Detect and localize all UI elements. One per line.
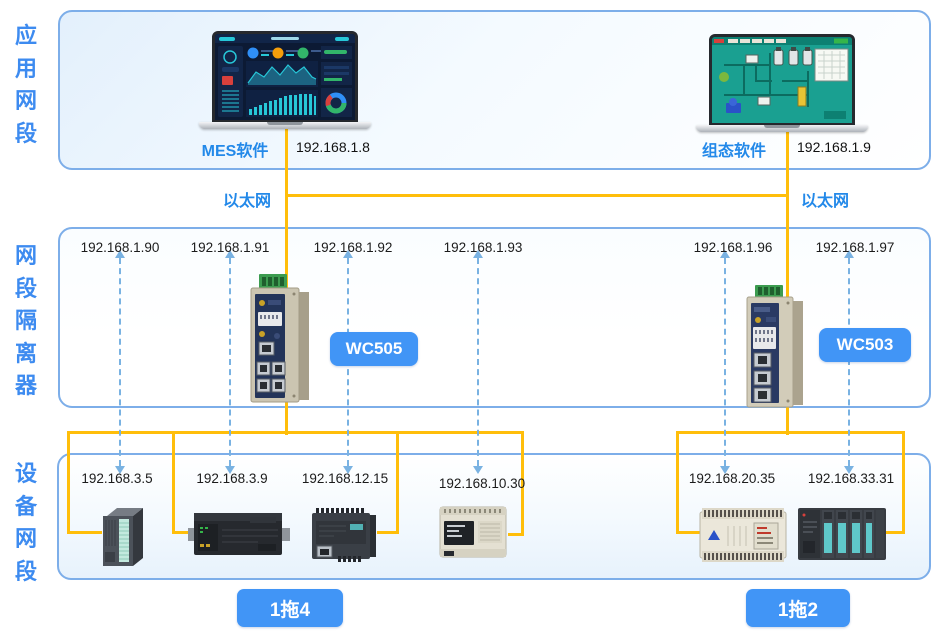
- mapping-arrow-2: [229, 258, 231, 466]
- isolator-ip-2: 192.168.1.91: [191, 240, 270, 255]
- scada-software-label: 组态软件: [696, 137, 772, 161]
- section-label-device: 设备网段: [12, 458, 40, 588]
- plc5-image: [698, 506, 788, 569]
- mapping-arrow-5: [724, 258, 726, 466]
- arrow-down-icon: [473, 466, 483, 474]
- device-ip-3: 192.168.12.15: [302, 471, 388, 486]
- device-ip-5: 192.168.20.35: [689, 471, 775, 486]
- scada-screen: [709, 34, 855, 125]
- drop-elbow-plc4: [508, 533, 524, 536]
- mapping-arrow-6: [848, 258, 850, 466]
- ethernet-line-horizontal: [285, 194, 789, 197]
- mes-laptop-image: [212, 31, 371, 129]
- device-ip-6: 192.168.33.31: [808, 471, 894, 486]
- drop-line-plc3: [396, 431, 399, 534]
- drop-elbow-plc1: [67, 531, 102, 534]
- isolator-ip-6: 192.168.1.97: [816, 240, 895, 255]
- left-group-badge: 1拖4: [237, 589, 343, 627]
- drop-line-plc6: [902, 431, 905, 534]
- isolator-ip-5: 192.168.1.96: [694, 240, 773, 255]
- section-label-isolator: 网段隔离器: [12, 240, 40, 403]
- plc3-image: [310, 506, 378, 571]
- plc4-image: [438, 503, 510, 566]
- drop-line-plc5: [676, 431, 679, 534]
- mes-software-label: MES软件: [196, 137, 274, 161]
- device-ip-1: 192.168.3.5: [81, 471, 152, 486]
- scada-laptop-image: [709, 34, 868, 132]
- drop-line-plc1: [67, 431, 70, 534]
- mapping-arrow-1: [119, 258, 121, 466]
- ethernet-label-left: 以太网: [223, 187, 271, 211]
- mes-ip-label: 192.168.1.8: [296, 139, 370, 155]
- laptop-base: [696, 125, 868, 132]
- section-label-application: 应用网段: [12, 20, 40, 150]
- laptop-base: [199, 122, 371, 129]
- wc503-badge: WC503: [819, 328, 911, 362]
- right-group-badge: 1拖2: [746, 589, 850, 627]
- isolator-ip-3: 192.168.1.92: [314, 240, 393, 255]
- bus-line-left-group: [67, 431, 524, 434]
- plc6-image: [796, 503, 888, 570]
- wc505-gateway-image: [247, 274, 313, 411]
- drop-line-plc2: [172, 431, 175, 534]
- isolator-ip-1: 192.168.1.90: [81, 240, 160, 255]
- device-ip-2: 192.168.3.9: [196, 471, 267, 486]
- plc2-image: [188, 508, 290, 565]
- wc503-gateway-image: [741, 285, 807, 414]
- network-topology-diagram: 应用网段 网段隔离器 设备网段: [0, 0, 939, 634]
- drop-elbow-plc3: [377, 531, 399, 534]
- mes-dashboard-screen: [212, 31, 358, 122]
- plc1-image: [99, 506, 145, 575]
- scada-ip-label: 192.168.1.9: [797, 139, 871, 155]
- wc505-badge: WC505: [330, 332, 418, 366]
- ethernet-label-right: 以太网: [801, 187, 849, 211]
- mapping-arrow-4: [477, 258, 479, 466]
- isolator-ip-4: 192.168.1.93: [444, 240, 523, 255]
- device-ip-4: 192.168.10.30: [439, 476, 525, 491]
- bus-line-right-group: [676, 431, 905, 434]
